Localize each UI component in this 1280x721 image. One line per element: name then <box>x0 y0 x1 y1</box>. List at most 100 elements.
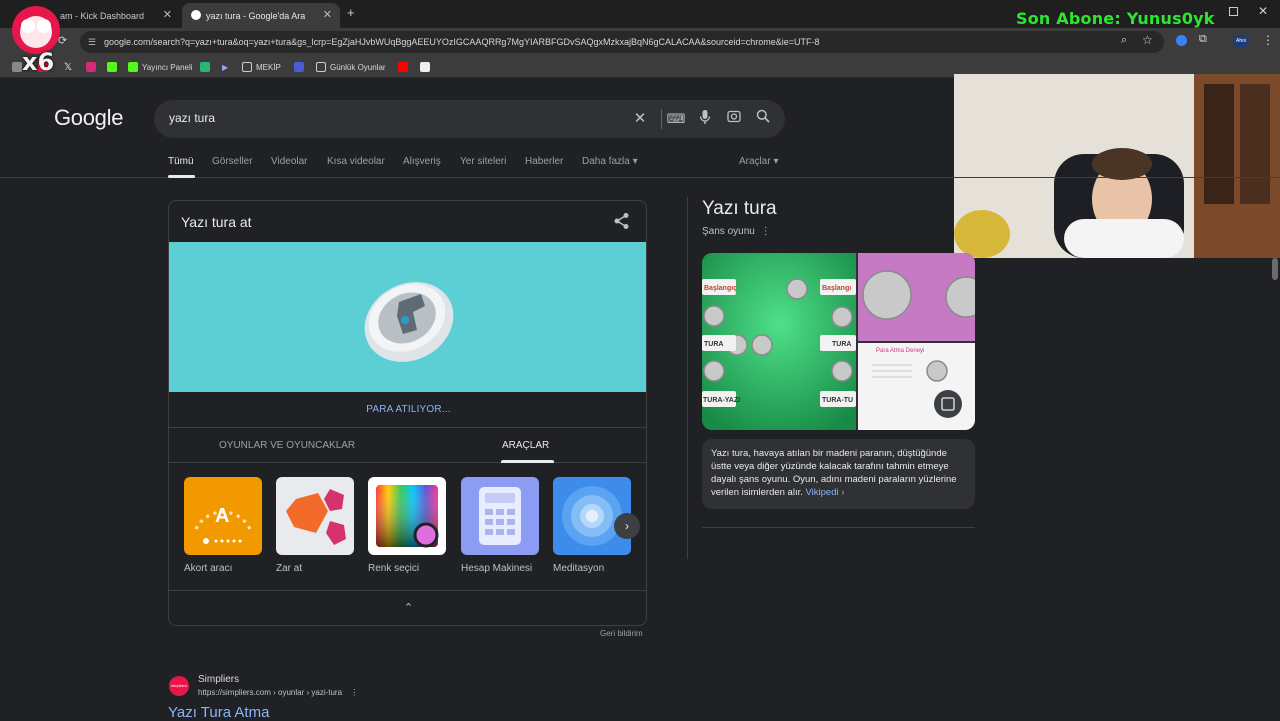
profile-avatar[interactable]: Ahoi <box>1233 35 1249 47</box>
tab-videos[interactable]: Videolar <box>271 156 308 167</box>
bookmark-icon[interactable] <box>200 60 210 74</box>
google-favicon-icon <box>191 10 201 20</box>
more-options-icon[interactable]: ⋮ <box>350 688 358 697</box>
result-favicon[interactable]: simpliers <box>169 676 189 696</box>
wikipedia-link[interactable]: Vikipedi › <box>806 487 845 498</box>
tool-label: Hesap Makinesi <box>461 563 533 574</box>
share-icon[interactable] <box>612 211 632 231</box>
dropdown-arrow-icon: ▾ <box>632 156 638 167</box>
active-tab-indicator <box>168 175 195 178</box>
kick-icon <box>128 62 138 72</box>
bookmark-mekip[interactable]: MEKİP <box>242 60 281 74</box>
tab-google-search[interactable]: yazı tura - Google'da Ara ✕ <box>182 3 340 28</box>
tool-label: Zar at <box>276 563 303 574</box>
tab-news[interactable]: Haberler <box>525 156 563 167</box>
result-url[interactable]: https://simpliers.com › oyunlar › yazi-t… <box>198 688 358 697</box>
tab-games-and-toys[interactable]: OYUNLAR VE OYUNCAKLAR <box>219 440 355 451</box>
feedback-link[interactable]: Geri bildirim <box>600 629 643 638</box>
search-icon[interactable] <box>753 109 773 129</box>
search-nav-tabs: Tümü Görseller Videolar Kısa videolar Al… <box>0 150 1280 178</box>
tab-kick-dashboard[interactable]: am - Kick Dashboard ✕ <box>50 3 180 28</box>
widget-subtabs: OYUNLAR VE OYUNCAKLAR ARAÇLAR <box>169 427 646 463</box>
folder-icon <box>316 62 326 72</box>
zoom-icon[interactable]: ⌕ <box>1121 34 1127 47</box>
bookmark-icon[interactable] <box>294 60 304 74</box>
search-box[interactable]: yazı tura ✕ ⌨ <box>154 100 785 138</box>
image-label: TURA-TU <box>822 397 853 404</box>
bookmark-icon[interactable] <box>420 60 430 74</box>
dropdown-arrow-icon: ▾ <box>773 156 779 167</box>
extensions-puzzle-icon[interactable]: ⧉ <box>1199 33 1207 46</box>
tab-label: yazı tura - Google'da Ara <box>206 10 306 21</box>
result-title-link[interactable]: Yazı Tura Atma <box>168 704 269 721</box>
x-icon[interactable]: 𝕏 <box>64 60 72 74</box>
result-site-name[interactable]: Simpliers <box>198 674 239 685</box>
multiplier-text: x6 <box>22 48 55 76</box>
tool-label: Meditasyon <box>553 563 605 574</box>
knowledge-panel-subtitle: Şans oyunu ⋮ <box>702 226 771 237</box>
widget-title: Yazı tura at <box>181 214 252 230</box>
divider <box>661 109 662 129</box>
tab-more[interactable]: Daha fazla ▾ <box>582 156 638 167</box>
google-logo[interactable]: Google <box>54 105 123 131</box>
tool-color-picker[interactable]: Renk seçici <box>368 477 446 574</box>
new-tab-button[interactable]: + <box>347 5 355 20</box>
tool-label: Akort aracı <box>184 563 233 574</box>
close-window-icon[interactable]: ✕ <box>1258 4 1268 18</box>
omnibox[interactable]: ☰ google.com/search?q=yazı+tura&oq=yazı+… <box>80 31 1164 53</box>
knowledge-panel-description: Yazı tura, havaya atılan bir madeni para… <box>702 439 975 509</box>
camera-lens-icon[interactable] <box>724 109 744 129</box>
divider <box>702 527 975 528</box>
tool-dice[interactable]: Zar at <box>276 477 354 574</box>
tab-short-videos[interactable]: Kısa videolar <box>327 156 385 167</box>
spinning-coin-icon <box>364 282 454 362</box>
microphone-icon[interactable] <box>695 109 715 129</box>
tuner-icon: A <box>184 477 262 555</box>
tab-shopping[interactable]: Alışveriş <box>403 156 441 167</box>
coin-toss-status: PARA ATILIYOR... <box>366 404 451 415</box>
menu-kebab-icon[interactable]: ⋮ <box>1262 33 1274 47</box>
overlay-badge: x6 <box>8 4 64 76</box>
tab-label: am - Kick Dashboard <box>60 10 145 21</box>
instagram-icon[interactable] <box>86 60 96 74</box>
knowledge-panel-images[interactable]: Başlangıç Başlangı TURA TURA TURA-YAZI T… <box>702 253 975 430</box>
bookmark-gunluk-oyunlar[interactable]: Günlük Oyunlar <box>316 60 386 74</box>
divider <box>687 197 688 559</box>
tool-label: Renk seçici <box>368 563 420 574</box>
clear-icon[interactable]: ✕ <box>630 109 650 129</box>
tab-all[interactable]: Tümü <box>168 156 194 167</box>
keyboard-icon[interactable]: ⌨ <box>666 109 686 129</box>
tab-images[interactable]: Görseller <box>212 156 253 167</box>
dice-icon <box>276 477 354 555</box>
tool-calculator[interactable]: Hesap Makinesi <box>461 477 539 574</box>
subscriber-alert: Son Abone: Yunus0yk <box>1016 9 1215 28</box>
tool-tuner[interactable]: A Akort aracı <box>184 477 262 574</box>
active-subtab-indicator <box>501 460 554 463</box>
chevron-right-icon[interactable]: › <box>614 513 640 539</box>
kick-icon[interactable] <box>107 60 117 74</box>
image-label: Başlangıç <box>704 285 737 292</box>
site-info-icon[interactable]: ☰ <box>88 31 96 53</box>
bookmark-yayinci-paneli[interactable]: Yayıncı Paneli <box>128 60 193 74</box>
page-scrollbar[interactable] <box>1272 258 1278 280</box>
address-toolbar: ⟳ ☰ google.com/search?q=yazı+tura&oq=yaz… <box>0 28 1280 56</box>
play-icon[interactable]: ▶ <box>222 60 228 74</box>
tab-sites[interactable]: Yer siteleri <box>460 156 506 167</box>
coin-animation-area[interactable] <box>169 242 646 392</box>
tab-tools[interactable]: ARAÇLAR <box>502 440 549 451</box>
bookmark-star-icon[interactable]: ☆ <box>1142 33 1153 47</box>
more-options-icon[interactable]: ⋮ <box>761 226 771 237</box>
chevron-up-icon[interactable]: ⌃ <box>169 590 646 625</box>
search-input[interactable]: yazı tura <box>169 111 215 125</box>
close-icon[interactable]: ✕ <box>163 8 172 21</box>
knowledge-panel-title: Yazı tura <box>702 198 777 219</box>
image-label: TURA <box>832 341 851 348</box>
calculator-icon <box>461 477 539 555</box>
image-label: Para Atma Deneyi <box>876 348 924 354</box>
youtube-icon[interactable] <box>398 60 408 74</box>
extension-icon[interactable] <box>1176 35 1187 46</box>
url-text: google.com/search?q=yazı+tura&oq=yazı+tu… <box>104 37 820 47</box>
tools-button[interactable]: Araçlar ▾ <box>739 156 779 167</box>
close-icon[interactable]: ✕ <box>323 8 332 21</box>
restore-window-icon[interactable] <box>1229 7 1238 16</box>
